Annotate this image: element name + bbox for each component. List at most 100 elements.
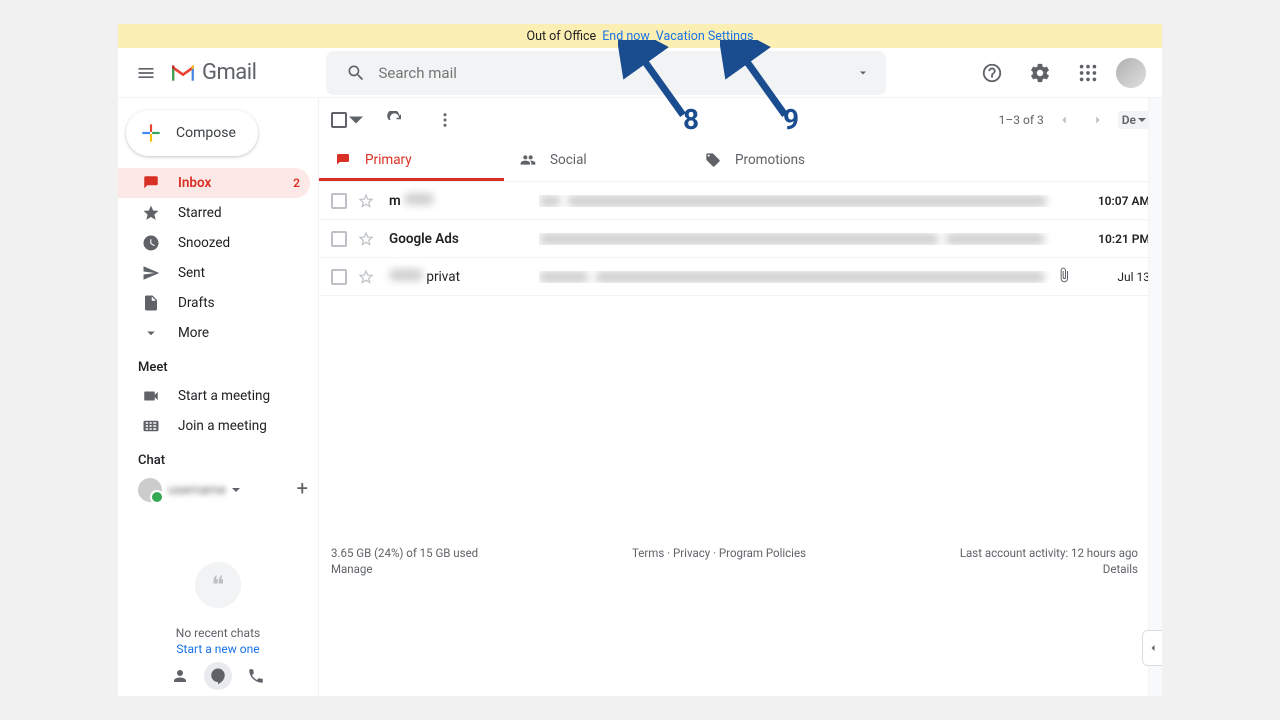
email-subject <box>539 195 1080 207</box>
policies-link[interactable]: Program Policies <box>719 546 806 560</box>
email-row[interactable]: Google Ads 10:21 PM <box>319 220 1162 258</box>
nav-inbox[interactable]: Inbox 2 <box>118 168 310 198</box>
star-button[interactable] <box>357 230 375 248</box>
join-meeting[interactable]: Join a meeting <box>118 411 318 441</box>
star-outline-icon <box>357 192 375 210</box>
refresh-icon <box>386 111 404 129</box>
caret-down-icon <box>1138 116 1146 124</box>
hangouts-tab[interactable] <box>204 662 232 690</box>
email-checkbox[interactable] <box>331 269 347 285</box>
support-button[interactable] <box>972 53 1012 93</box>
search-bar[interactable] <box>326 51 886 95</box>
phone-tab[interactable] <box>242 662 270 690</box>
email-row[interactable]: privat Jul 13 <box>319 258 1162 296</box>
start-new-chat-link[interactable]: Start a new one <box>118 642 318 656</box>
next-page[interactable] <box>1084 106 1112 134</box>
page-range: 1–3 of 3 <box>999 113 1044 127</box>
star-button[interactable] <box>357 192 375 210</box>
chevron-left-icon <box>1147 642 1159 654</box>
people-icon <box>520 152 536 168</box>
search-options-button[interactable] <box>848 63 878 83</box>
storage-text: 3.65 GB (24%) of 15 GB used <box>331 546 478 560</box>
more-button[interactable] <box>427 102 463 138</box>
chat-avatar <box>138 478 162 502</box>
apps-button[interactable] <box>1068 53 1108 93</box>
select-all-checkbox[interactable] <box>331 112 363 128</box>
vacation-settings-link[interactable]: Vacation Settings <box>656 29 754 44</box>
nav-sent[interactable]: Sent <box>118 258 310 288</box>
input-tools-button[interactable]: De <box>1118 111 1150 129</box>
details-link[interactable]: Details <box>960 562 1138 576</box>
attachment-icon <box>1056 267 1072 287</box>
star-button[interactable] <box>357 268 375 286</box>
caret-down-icon <box>349 113 363 127</box>
email-date: 10:07 AM <box>1080 194 1150 208</box>
inbox-icon <box>142 174 160 192</box>
gmail-logo[interactable]: Gmail <box>170 60 256 85</box>
gear-icon <box>1029 62 1051 84</box>
contacts-tab[interactable] <box>166 662 194 690</box>
manage-storage-link[interactable]: Manage <box>331 562 478 576</box>
email-sender: privat <box>389 269 539 285</box>
chat-section-title: Chat <box>118 441 318 474</box>
email-sender: m <box>389 193 539 209</box>
refresh-button[interactable] <box>377 102 413 138</box>
email-subject <box>539 233 1080 245</box>
activity-text: Last account activity: 12 hours ago <box>960 546 1138 560</box>
inbox-icon <box>335 152 351 168</box>
email-row[interactable]: m 10:07 AM <box>319 182 1162 220</box>
nav-snoozed[interactable]: Snoozed <box>118 228 310 258</box>
terms-link[interactable]: Terms <box>632 546 664 560</box>
search-input[interactable] <box>378 64 848 82</box>
search-icon <box>346 63 366 83</box>
email-sender: Google Ads <box>389 231 539 247</box>
email-date: 10:21 PM <box>1080 232 1150 246</box>
end-now-link[interactable]: End now <box>602 29 650 44</box>
apps-grid-icon <box>1077 62 1099 84</box>
send-icon <box>142 264 160 282</box>
no-recent-chats: No recent chats <box>118 626 318 640</box>
prev-page[interactable] <box>1050 106 1078 134</box>
tab-promotions[interactable]: Promotions <box>689 142 874 181</box>
chevron-down-icon <box>142 324 160 342</box>
compose-button[interactable]: Compose <box>126 110 258 156</box>
hangouts-icon <box>209 667 227 685</box>
side-panel <box>1148 98 1162 696</box>
banner-label: Out of Office <box>526 29 596 44</box>
inbox-count: 2 <box>293 176 300 190</box>
keyboard-icon <box>142 417 160 435</box>
tab-social[interactable]: Social <box>504 142 689 181</box>
chat-empty-icon: ❝ <box>195 562 241 608</box>
video-icon <box>142 387 160 405</box>
more-vert-icon <box>436 111 454 129</box>
footer-links: Terms · Privacy · Program Policies <box>632 546 806 576</box>
phone-icon <box>247 667 265 685</box>
chevron-left-icon <box>1057 113 1071 127</box>
email-checkbox[interactable] <box>331 231 347 247</box>
nav-drafts[interactable]: Drafts <box>118 288 310 318</box>
chat-user[interactable]: username <box>138 478 240 502</box>
nav-starred[interactable]: Starred <box>118 198 310 228</box>
chevron-right-icon <box>1091 113 1105 127</box>
new-chat-button[interactable]: + <box>297 476 308 500</box>
caret-down-icon <box>232 486 240 494</box>
tag-icon <box>705 152 721 168</box>
settings-button[interactable] <box>1020 53 1060 93</box>
start-meeting[interactable]: Start a meeting <box>118 381 318 411</box>
email-checkbox[interactable] <box>331 193 347 209</box>
file-icon <box>142 294 160 312</box>
account-avatar[interactable] <box>1116 58 1146 88</box>
meet-section-title: Meet <box>118 348 318 381</box>
out-of-office-banner: Out of Office End now Vacation Settings <box>118 24 1162 48</box>
star-outline-icon <box>357 230 375 248</box>
star-outline-icon <box>357 268 375 286</box>
main-menu-button[interactable] <box>126 53 166 93</box>
email-subject <box>539 271 1056 283</box>
tab-primary[interactable]: Primary <box>319 142 504 181</box>
clock-icon <box>142 234 160 252</box>
privacy-link[interactable]: Privacy <box>673 546 710 560</box>
nav-more[interactable]: More <box>118 318 310 348</box>
email-date: Jul 13 <box>1080 270 1150 284</box>
gmail-icon <box>170 63 196 83</box>
side-panel-toggle[interactable] <box>1142 630 1162 666</box>
